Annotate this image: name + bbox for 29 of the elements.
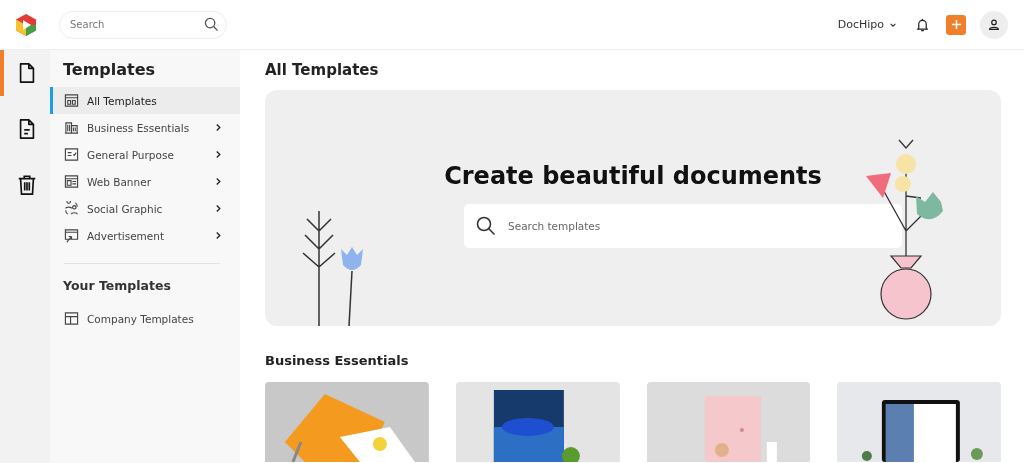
layout-icon — [64, 311, 79, 326]
add-button[interactable] — [946, 14, 966, 35]
sidebar-item[interactable]: Business Essentials — [50, 114, 240, 141]
account-dropdown[interactable]: DocHipo — [831, 17, 903, 32]
template-search-field[interactable]: Search templates — [464, 204, 902, 248]
sidebar-title: Templates — [62, 60, 157, 81]
search-field[interactable]: Search — [59, 10, 227, 39]
search-icon[interactable] — [476, 216, 496, 236]
sidebar-item[interactable]: Company Templates — [50, 305, 240, 332]
bell-icon[interactable] — [915, 16, 930, 33]
logo-icon[interactable] — [14, 12, 38, 37]
search-icon[interactable] — [204, 16, 219, 32]
sidebar-item[interactable]: All Templates — [50, 87, 240, 114]
person-icon — [987, 17, 1001, 32]
page-title: All Templates — [265, 61, 380, 79]
layout-icon — [64, 93, 79, 108]
sidebar-item[interactable]: Advertisement — [50, 222, 240, 249]
checklist-icon — [64, 147, 79, 162]
ad-icon — [64, 228, 79, 243]
section-title: Business Essentials — [265, 353, 410, 368]
profile-button[interactable] — [980, 10, 1008, 39]
building-icon — [64, 120, 79, 135]
plus-icon — [950, 19, 962, 30]
sidebar-item[interactable]: Web Banner — [50, 168, 240, 195]
banner-icon — [64, 174, 79, 189]
sidebar-section-title: Your Templates — [62, 278, 172, 295]
sidebar-item[interactable]: Social Graphic — [50, 195, 240, 222]
sidebar-item[interactable]: General Purpose — [50, 141, 240, 168]
hero-headline: Create beautiful documents — [444, 162, 822, 190]
